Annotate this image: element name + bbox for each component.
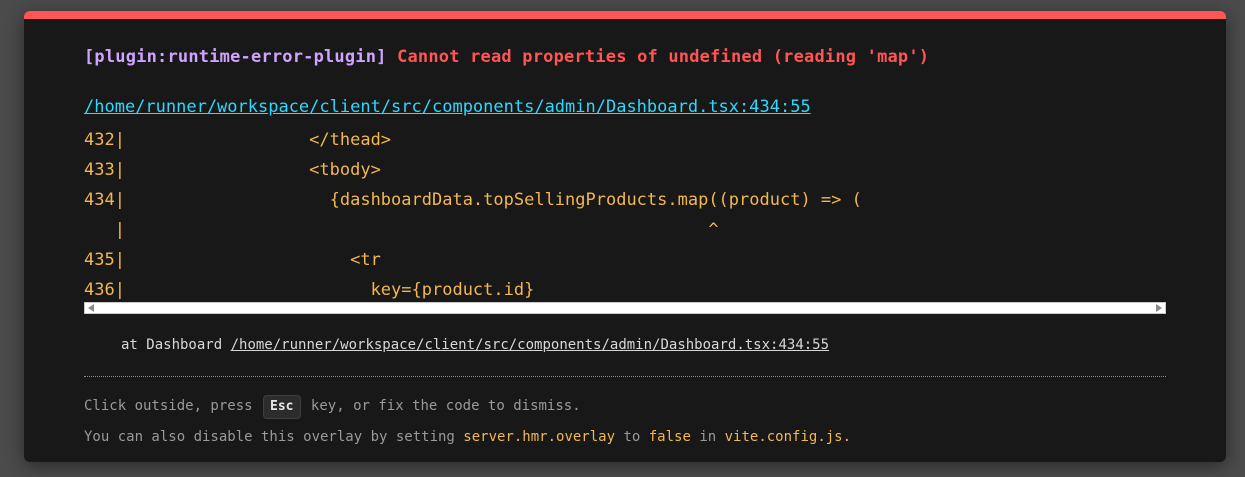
- disable-overlay-tip: You can also disable this overlay by set…: [84, 429, 851, 445]
- tip1-text-after: key, or fix the code to dismiss.: [302, 398, 581, 414]
- code-line-434: 434| {dashboardData.topSellingProducts.m…: [84, 190, 862, 210]
- plugin-label: [plugin:runtime-error-plugin]: [84, 47, 387, 67]
- code-line-caret: | ^: [84, 220, 719, 240]
- error-message: Cannot read properties of undefined (rea…: [397, 47, 930, 67]
- code-line-433: 433| <tbody>: [84, 160, 381, 180]
- code-line-436: 436| key={product.id}: [84, 280, 535, 300]
- code-frame: 432| </thead> 433| <tbody> 434| {dashboa…: [84, 125, 1166, 305]
- dismiss-tip: Click outside, press Esc key, or fix the…: [84, 395, 581, 419]
- tip2-text-mid2: in: [690, 429, 725, 445]
- error-file-link[interactable]: /home/runner/workspace/client/src/compon…: [84, 97, 811, 117]
- scroll-right-arrow-icon[interactable]: [1156, 304, 1162, 312]
- scroll-left-arrow-icon[interactable]: [88, 304, 94, 312]
- tip2-value: false: [648, 429, 691, 445]
- tip2-config-file: vite.config.js: [724, 429, 843, 445]
- tip1-text-before: Click outside, press: [84, 398, 262, 414]
- stack-file-link[interactable]: /home/runner/workspace/client/src/compon…: [231, 337, 829, 353]
- code-line-435: 435| <tr: [84, 250, 381, 270]
- stack-trace: at Dashboard /home/runner/workspace/clie…: [121, 337, 829, 353]
- esc-key: Esc: [263, 395, 301, 419]
- tip2-text-mid1: to: [615, 429, 649, 445]
- error-overlay: [plugin:runtime-error-plugin] Cannot rea…: [24, 11, 1226, 462]
- error-title: [plugin:runtime-error-plugin] Cannot rea…: [84, 47, 929, 67]
- code-frame-scrollbar[interactable]: [84, 302, 1166, 314]
- tip2-text-end: .: [842, 429, 852, 445]
- tip-divider: [84, 376, 1166, 377]
- stack-prefix: at Dashboard: [121, 337, 223, 353]
- code-line-432: 432| </thead>: [84, 130, 392, 150]
- tip2-text-before: You can also disable this overlay by set…: [84, 429, 464, 445]
- tip2-setting: server.hmr.overlay: [463, 429, 616, 445]
